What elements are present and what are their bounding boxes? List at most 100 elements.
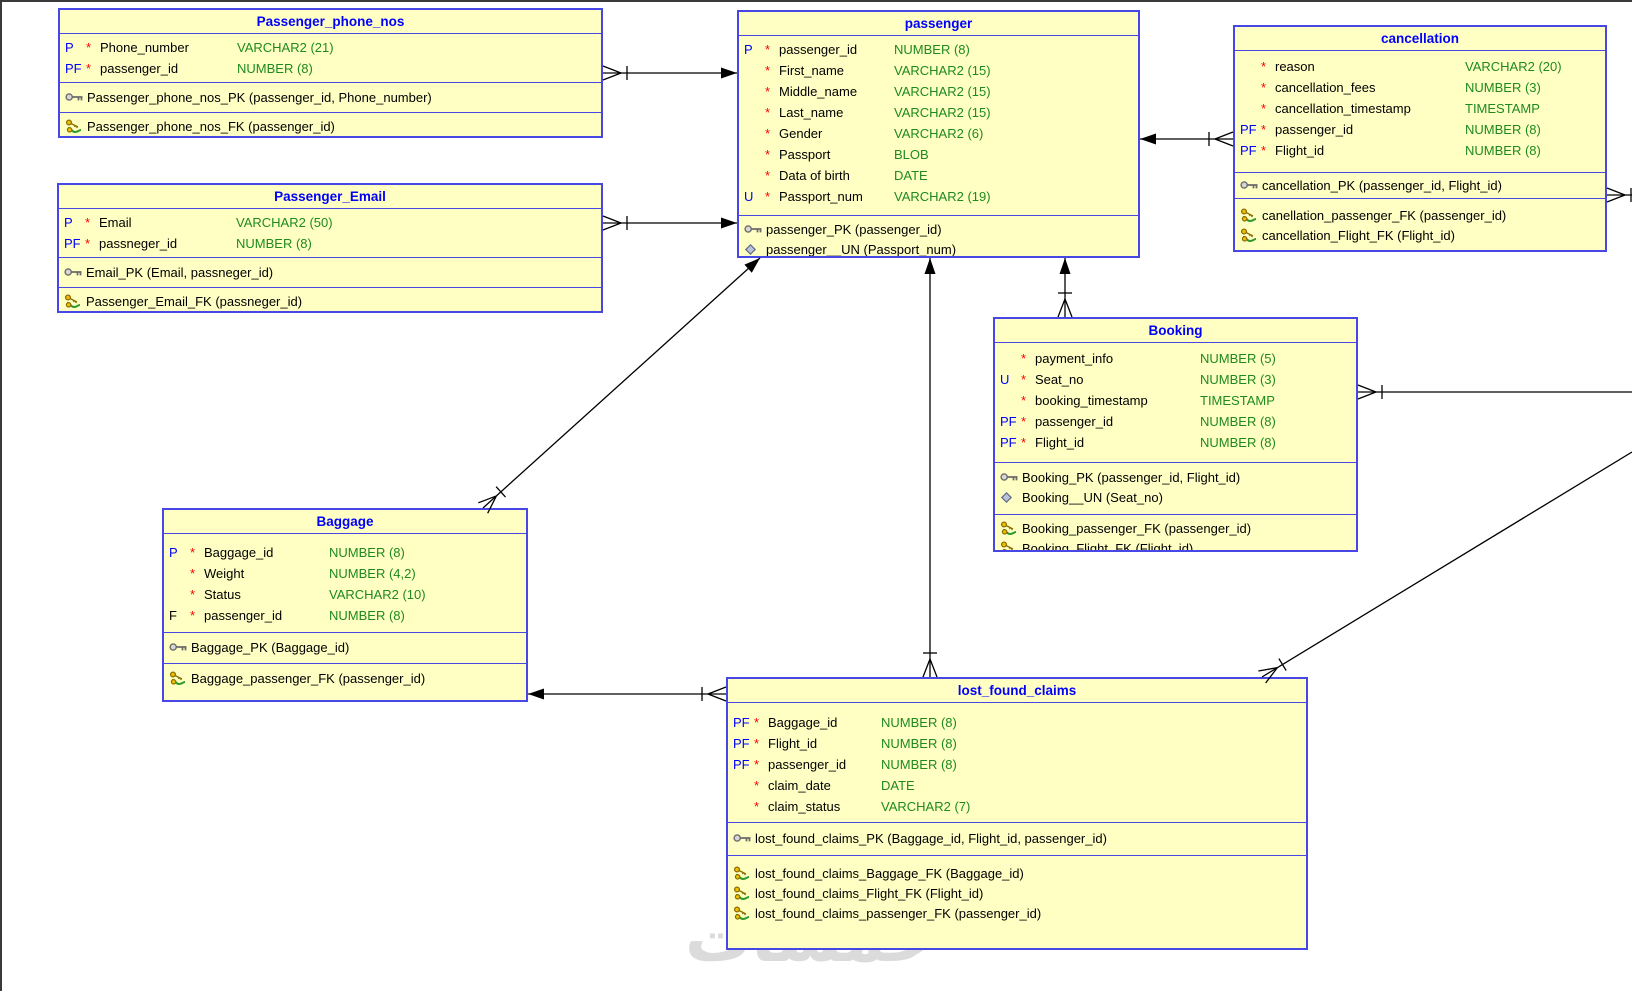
- relationship-cancellation-to-passenger[interactable]: [1140, 131, 1234, 147]
- key-row: Baggage_PK (Baggage_id): [164, 637, 526, 657]
- entity-booking[interactable]: Booking * payment_info NUMBER (5) U * Seat_no N…: [993, 317, 1358, 552]
- required-star: *: [1261, 143, 1267, 158]
- required-star: *: [1261, 122, 1267, 137]
- column-row: U * Passport_num VARCHAR2 (19): [739, 186, 1138, 207]
- key-text: Booking_passenger_FK (passenger_id): [1022, 520, 1252, 536]
- relationship-email-to-passenger[interactable]: [602, 215, 737, 231]
- column-name: reason: [1275, 59, 1315, 74]
- column-name: Last_name: [779, 105, 844, 120]
- column-type: VARCHAR2 (21): [237, 40, 334, 55]
- column-row: F * passenger_id NUMBER (8): [164, 605, 526, 626]
- column-name: Middle_name: [779, 84, 858, 99]
- column-row: * payment_info NUMBER (5): [995, 348, 1356, 369]
- foreign-keys-section: Passenger_Email_FK (passneger_id): [59, 287, 601, 311]
- column-name: Phone_number: [100, 40, 189, 55]
- column-type: NUMBER (8): [237, 61, 313, 76]
- key-row: passenger_PK (passenger_id): [739, 219, 1138, 239]
- column-name: passenger_id: [100, 61, 179, 76]
- entity-title: Booking: [995, 319, 1356, 343]
- key-marker: PF: [1240, 143, 1257, 158]
- entity-title: Baggage: [164, 510, 526, 534]
- entity-lost-found-claims[interactable]: lost_found_claims PF * Baggage_id NUMBER (8)…: [726, 677, 1308, 950]
- column-type: NUMBER (3): [1200, 372, 1276, 387]
- column-row: * Passport BLOB: [739, 144, 1138, 165]
- key-text: Booking_PK (passenger_id, Flight_id): [1022, 469, 1241, 485]
- un-icon: [744, 243, 766, 256]
- required-star: *: [1021, 372, 1027, 387]
- column-name: passenger_id: [1035, 414, 1114, 429]
- column-type: NUMBER (8): [329, 608, 405, 623]
- column-row: PF * passenger_id NUMBER (8): [60, 58, 601, 79]
- canvas-top-border: [0, 0, 1632, 2]
- entity-passenger-phone-nos[interactable]: Passenger_phone_nos P * Phone_number VARCHAR…: [58, 8, 603, 138]
- pk-icon: [169, 641, 191, 653]
- relationship-booking-offcanvas-right[interactable]: [1357, 384, 1632, 400]
- key-marker: PF: [64, 236, 81, 251]
- entity-passenger-email[interactable]: Passenger_Email P * Email VARCHAR2 (50) PF * pa…: [57, 183, 603, 313]
- key-row: lost_found_claims_passenger_FK (passenge…: [728, 903, 1306, 923]
- pk-icon: [1000, 471, 1022, 483]
- entity-baggage[interactable]: Baggage P * Baggage_id NUMBER (8) * Weight NUMB…: [162, 508, 528, 702]
- fk-icon: [1240, 227, 1262, 243]
- key-row: lost_found_claims_Flight_FK (Flight_id): [728, 883, 1306, 903]
- column-type: NUMBER (3): [1465, 80, 1541, 95]
- relationship-claims-to-baggage[interactable]: [528, 686, 727, 702]
- keys-section: cancellation_PK (passenger_id, Flight_id…: [1235, 172, 1605, 198]
- fk-icon: [64, 293, 86, 309]
- column-name: Passport_num: [779, 189, 863, 204]
- relationship-claims-to-passenger[interactable]: [922, 258, 938, 678]
- entity-title: lost_found_claims: [728, 679, 1306, 703]
- column-type: VARCHAR2 (15): [894, 105, 991, 120]
- column-row: PF * Flight_id NUMBER (8): [1235, 140, 1605, 161]
- key-marker: PF: [65, 61, 82, 76]
- column-row: * Middle_name VARCHAR2 (15): [739, 81, 1138, 102]
- foreign-keys-section: Baggage_passenger_FK (passenger_id): [164, 663, 526, 700]
- column-type: VARCHAR2 (7): [881, 799, 971, 814]
- required-star: *: [754, 715, 760, 730]
- key-marker: U: [1000, 372, 1010, 387]
- column-row: U * Seat_no NUMBER (3): [995, 369, 1356, 390]
- required-star: *: [754, 778, 760, 793]
- column-name: passneger_id: [99, 236, 178, 251]
- key-marker: P: [169, 545, 178, 560]
- attributes-section: * reason VARCHAR2 (20) * cancellation_fees NU…: [1235, 51, 1605, 172]
- keys-section: Email_PK (Email, passneger_id): [59, 257, 601, 287]
- column-row: PF * passneger_id NUMBER (8): [59, 233, 601, 254]
- column-name: Flight_id: [1275, 143, 1325, 158]
- column-name: Data of birth: [779, 168, 850, 183]
- entity-passenger[interactable]: passenger P * passenger_id NUMBER (8) * First_…: [737, 10, 1140, 258]
- column-row: PF * passenger_id NUMBER (8): [995, 411, 1356, 432]
- required-star: *: [85, 236, 91, 251]
- pk-icon: [1240, 179, 1262, 191]
- column-row: PF * passenger_id NUMBER (8): [728, 754, 1306, 775]
- fk-icon: [169, 670, 191, 686]
- entity-cancellation[interactable]: cancellation * reason VARCHAR2 (20) * cancell…: [1233, 25, 1607, 252]
- column-name: Weight: [204, 566, 245, 581]
- column-row: * reason VARCHAR2 (20): [1235, 56, 1605, 77]
- required-star: *: [1021, 414, 1027, 429]
- keys-section: Passenger_phone_nos_PK (passenger_id, Ph…: [60, 82, 601, 112]
- column-name: passenger_id: [204, 608, 283, 623]
- column-type: NUMBER (8): [329, 545, 405, 560]
- key-row: cancellation_PK (passenger_id, Flight_id…: [1235, 175, 1605, 195]
- entity-title: cancellation: [1235, 27, 1605, 51]
- column-type: DATE: [881, 778, 915, 793]
- column-name: claim_date: [768, 778, 831, 793]
- column-name: Status: [204, 587, 241, 602]
- key-row: lost_found_claims_Baggage_FK (Baggage_id…: [728, 863, 1306, 883]
- column-type: NUMBER (8): [894, 42, 970, 57]
- keys-section: lost_found_claims_PK (Baggage_id, Flight…: [728, 822, 1306, 855]
- key-text: lost_found_claims_Flight_FK (Flight_id): [755, 885, 984, 901]
- relationship-cancellation-offcanvas-right[interactable]: [1606, 187, 1632, 203]
- column-name: cancellation_fees: [1275, 80, 1376, 95]
- relationship-phone_nos-to-passenger[interactable]: [602, 65, 737, 81]
- column-name: First_name: [779, 63, 845, 78]
- relationship-booking-to-passenger[interactable]: [1057, 258, 1073, 318]
- keys-section: Baggage_PK (Baggage_id): [164, 632, 526, 663]
- key-text: Booking__UN (Seat_no): [1022, 489, 1163, 505]
- required-star: *: [1021, 351, 1027, 366]
- fk-icon: [733, 885, 755, 901]
- diagram-canvas: خمسات Passenger_phone_nosP*Phone_numberV…: [0, 0, 1632, 991]
- key-row: passenger__UN (Passport_num): [739, 239, 1138, 256]
- fk-icon: [733, 865, 755, 881]
